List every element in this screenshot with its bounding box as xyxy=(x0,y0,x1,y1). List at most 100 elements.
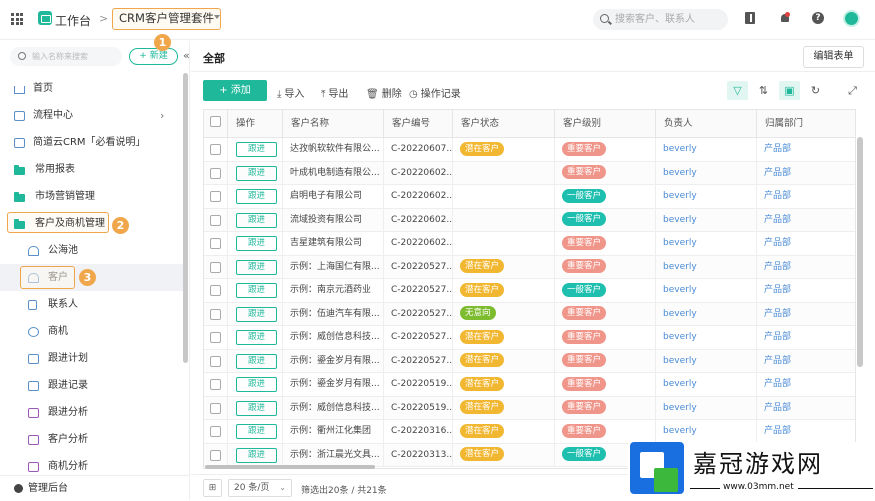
caret-down-icon[interactable] xyxy=(214,15,220,19)
sidebar-scrollbar[interactable] xyxy=(183,73,188,363)
table-row[interactable]: 跟进 吉星建筑有限公司 C-20220602... 重要客户 beverly 产品部 xyxy=(204,232,855,256)
sidebar-item-crm-guide[interactable]: 简道云CRM「必看说明」 xyxy=(0,129,183,156)
row-checkbox[interactable] xyxy=(210,308,221,320)
follow-up-button[interactable]: 跟进 xyxy=(236,165,277,181)
sidebar-item-flow-center[interactable]: 流程中心 › xyxy=(0,102,183,129)
collapse-sidebar-icon[interactable]: « xyxy=(183,49,190,62)
department-cell[interactable]: 产品部 xyxy=(757,303,855,327)
row-checkbox[interactable] xyxy=(210,332,221,343)
customer-name-cell[interactable]: 叶成机电制造有限公... xyxy=(283,161,384,185)
owner-cell[interactable]: beverly xyxy=(656,326,757,350)
follow-up-button[interactable]: 跟进 xyxy=(236,142,277,157)
customer-name-cell[interactable]: 启明电子有限公司 xyxy=(283,185,384,209)
table-row[interactable]: 跟进 叶成机电制造有限公... C-20220602... 重要客户 beverly 产品… xyxy=(204,161,855,186)
follow-up-button[interactable]: 跟进 xyxy=(236,236,277,251)
column-settings-icon[interactable]: ⊞ xyxy=(203,479,222,497)
row-checkbox[interactable] xyxy=(210,191,221,202)
sidebar-subitem-follow-plan[interactable]: 跟进计划 xyxy=(0,345,183,372)
owner-cell[interactable]: beverly xyxy=(656,349,757,373)
table-row[interactable]: 跟进 示例：威创信息科技... C-20220527... 潜在客户 重要客户 bever… xyxy=(204,326,855,350)
owner-cell[interactable]: beverly xyxy=(656,208,757,232)
owner-cell[interactable]: beverly xyxy=(656,185,757,209)
sidebar-item-home[interactable]: 首页 xyxy=(0,75,183,102)
sidebar-subitem-contacts[interactable]: 联系人 xyxy=(0,291,183,318)
department-cell[interactable]: 产品部 xyxy=(757,350,855,374)
department-cell[interactable]: 产品部 xyxy=(757,326,855,350)
row-checkbox[interactable] xyxy=(210,144,221,155)
follow-up-button[interactable]: 跟进 xyxy=(236,189,277,204)
column-header[interactable]: 客户名称 xyxy=(283,110,384,138)
sidebar-subitem-opportunity[interactable]: 商机 xyxy=(0,318,183,345)
follow-up-button[interactable]: 跟进 xyxy=(236,330,277,345)
row-checkbox[interactable] xyxy=(210,379,221,390)
department-cell[interactable]: 产品部 xyxy=(757,185,855,209)
owner-cell[interactable]: beverly xyxy=(656,232,757,256)
follow-up-button[interactable]: 跟进 xyxy=(236,259,277,275)
page-size-select[interactable]: 20 条/页 ⌄ xyxy=(228,479,292,497)
row-select-cell[interactable] xyxy=(204,349,228,373)
edit-form-button[interactable]: 编辑表单 xyxy=(803,46,864,68)
department-cell[interactable]: 产品部 xyxy=(757,373,855,397)
row-checkbox[interactable] xyxy=(210,238,221,249)
row-select-cell[interactable] xyxy=(204,255,228,279)
customer-name-cell[interactable]: 示例：鎏金岁月有限... xyxy=(283,373,384,397)
row-select-cell[interactable] xyxy=(204,443,228,467)
workspace-link[interactable]: 工作台 xyxy=(55,12,91,29)
import-button[interactable]: ⤓ 导入 xyxy=(277,85,304,100)
display-settings-icon[interactable]: ▣ xyxy=(779,81,800,100)
column-header[interactable]: 客户状态 xyxy=(453,110,555,138)
department-cell[interactable]: 产品部 xyxy=(757,232,855,256)
row-checkbox[interactable] xyxy=(210,214,221,226)
filter-icon[interactable]: ▽ xyxy=(727,81,748,100)
follow-up-button[interactable]: 跟进 xyxy=(236,377,277,392)
department-cell[interactable]: 产品部 xyxy=(757,279,855,303)
row-select-cell[interactable] xyxy=(204,302,228,326)
header-select-all[interactable] xyxy=(204,110,228,138)
delete-button[interactable]: 🗑 删除 xyxy=(366,85,402,100)
fullscreen-icon[interactable]: ⤢ xyxy=(842,81,863,100)
owner-cell[interactable]: beverly xyxy=(656,373,757,397)
table-row[interactable]: 跟进 示例：威创信息科技... C-20220519... 潜在客户 重要客户 bever… xyxy=(204,396,855,420)
column-header[interactable]: 客户级别 xyxy=(555,110,656,138)
sidebar-subitem-follow-record[interactable]: 跟进记录 xyxy=(0,372,183,399)
app-name-dropdown[interactable]: CRM客户管理套件 xyxy=(112,8,221,30)
sidebar-subitem-customer-analysis[interactable]: 客户分析 xyxy=(0,426,183,453)
sort-icon[interactable]: ⇅ xyxy=(753,81,774,100)
owner-cell[interactable]: beverly xyxy=(656,302,757,326)
customer-name-cell[interactable]: 示例：衢州江化集团 xyxy=(283,420,384,444)
department-cell[interactable]: 产品部 xyxy=(757,256,855,280)
customer-name-cell[interactable]: 吉星建筑有限公司 xyxy=(283,232,384,256)
table-horizontal-scrollbar[interactable] xyxy=(205,465,375,469)
follow-up-button[interactable]: 跟进 xyxy=(236,212,277,228)
table-row[interactable]: 跟进 示例：鎏金岁月有限... C-20220527... 潜在客户 重要客户 bever… xyxy=(204,349,855,374)
app-grid-icon[interactable] xyxy=(11,13,23,25)
customer-name-cell[interactable]: 示例：威创信息科技... xyxy=(283,396,384,420)
table-row[interactable]: 跟进 流域投资有限公司 C-20220602... 一般客户 beverly 产品部 xyxy=(204,208,855,232)
user-avatar[interactable] xyxy=(843,10,860,27)
row-select-cell[interactable] xyxy=(204,185,228,209)
table-row[interactable]: 跟进 示例：南京元酒药业 C-20220527... 潜在客户 一般客户 beverly 产… xyxy=(204,279,855,303)
table-row[interactable]: 跟进 示例：上海国仁有限... C-20220527... 潜在客户 重要客户 bever… xyxy=(204,255,855,280)
follow-up-button[interactable]: 跟进 xyxy=(236,306,277,322)
sidebar-subitem-public-pool[interactable]: 公海池 xyxy=(0,237,183,264)
row-select-cell[interactable] xyxy=(204,279,228,303)
customer-name-cell[interactable]: 示例：伍迪汽车有限... xyxy=(283,302,384,326)
follow-up-button[interactable]: 跟进 xyxy=(236,447,277,463)
owner-cell[interactable]: beverly xyxy=(656,279,757,303)
department-cell[interactable]: 产品部 xyxy=(757,162,855,186)
table-row[interactable]: 跟进 示例：鎏金岁月有限... C-20220519... 潜在客户 重要客户 bever… xyxy=(204,373,855,397)
export-button[interactable]: ⤒ 导出 xyxy=(321,85,348,100)
help-icon[interactable]: ? xyxy=(812,12,824,24)
row-select-cell[interactable] xyxy=(204,373,228,397)
row-checkbox[interactable] xyxy=(210,402,221,414)
global-search-input[interactable]: 搜索客户、联系人 xyxy=(593,9,728,30)
table-vertical-scrollbar[interactable] xyxy=(857,137,863,367)
follow-up-button[interactable]: 跟进 xyxy=(236,400,277,416)
column-header[interactable]: 客户编号 xyxy=(384,110,453,138)
row-checkbox[interactable] xyxy=(210,261,221,273)
table-row[interactable]: 跟进 达孜帆软软件有限公... C-20220607... 潜在客户 重要客户 bever… xyxy=(204,138,855,162)
table-row[interactable]: 跟进 启明电子有限公司 C-20220602... 一般客户 beverly 产品部 xyxy=(204,185,855,209)
book-icon[interactable] xyxy=(745,12,755,24)
notification-bell-icon[interactable] xyxy=(780,12,790,23)
owner-cell[interactable]: beverly xyxy=(656,396,757,420)
